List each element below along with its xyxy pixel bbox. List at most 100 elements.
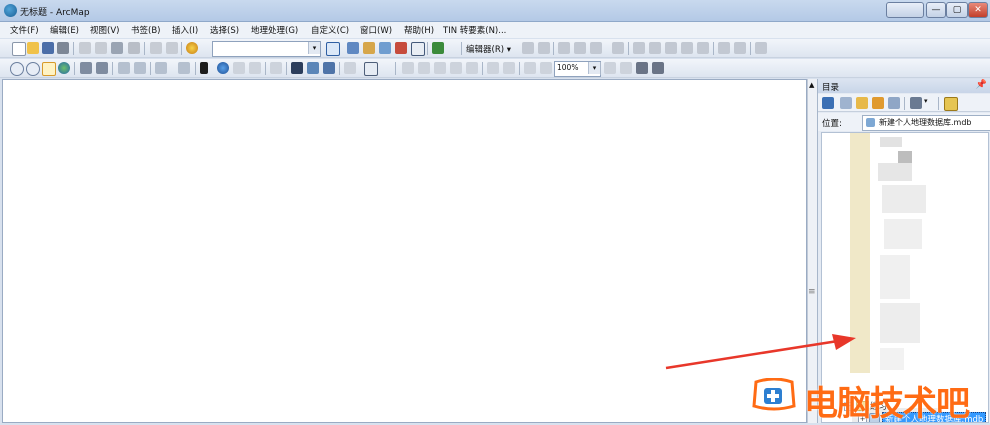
map-scale-combo[interactable]: ▾ <box>212 41 321 57</box>
menu-selection[interactable]: 选择(S) <box>210 24 239 36</box>
viewer-window-icon[interactable] <box>364 62 378 76</box>
catalog-toolbar: ▾ <box>818 94 990 112</box>
find-route-icon[interactable] <box>307 62 319 74</box>
attributes-icon[interactable] <box>697 42 709 54</box>
delete-icon[interactable] <box>128 42 140 54</box>
open-folder-icon[interactable] <box>27 42 39 54</box>
layout-icon-2[interactable] <box>503 62 515 74</box>
add-data-icon[interactable] <box>186 42 198 54</box>
editor-menu[interactable]: 编辑器(R) ▾ <box>466 43 511 55</box>
back-extent-icon[interactable] <box>118 62 130 74</box>
edit-tool-icon[interactable] <box>522 42 534 54</box>
menu-tin-to-feature[interactable]: TIN 转要素(N)... <box>443 24 506 36</box>
identify-icon[interactable] <box>217 62 229 74</box>
chevron-down-icon[interactable]: ▾ <box>924 97 936 109</box>
forward-arrow-icon[interactable] <box>840 97 852 109</box>
focus-frame-icon[interactable] <box>620 62 632 74</box>
menu-view[interactable]: 视图(V) <box>90 24 119 36</box>
new-folder-icon[interactable] <box>944 97 958 111</box>
maximize-button[interactable]: ▢ <box>946 2 968 18</box>
georef-icon-5[interactable] <box>466 62 478 74</box>
georef-icon-3[interactable] <box>434 62 446 74</box>
vertex-icon[interactable] <box>612 42 624 54</box>
arctoolbox-icon[interactable] <box>395 42 407 54</box>
chevron-down-icon[interactable]: ▾ <box>308 42 320 54</box>
layout-zoom-out-icon[interactable] <box>540 62 552 74</box>
edit-annotation-icon[interactable] <box>538 42 550 54</box>
connect-folder-icon[interactable] <box>888 97 900 109</box>
model-builder-icon[interactable] <box>432 42 444 54</box>
menu-help[interactable]: 帮助(H) <box>404 24 434 36</box>
time-slider-icon[interactable] <box>344 62 356 74</box>
select-features-icon[interactable] <box>155 62 167 74</box>
rotate-icon[interactable] <box>681 42 693 54</box>
menu-insert[interactable]: 插入(I) <box>172 24 198 36</box>
menu-edit[interactable]: 编辑(E) <box>50 24 79 36</box>
change-layout-icon[interactable] <box>636 62 648 74</box>
menu-geoprocessing[interactable]: 地理处理(G) <box>251 24 298 36</box>
clear-selection-icon[interactable] <box>178 62 190 74</box>
menu-file[interactable]: 文件(F) <box>10 24 39 36</box>
zoom-in-icon[interactable] <box>10 62 24 76</box>
pin-icon[interactable]: 📌 <box>976 80 987 90</box>
obscured-content <box>880 137 902 147</box>
back-arrow-icon[interactable] <box>822 97 834 109</box>
python-window-icon[interactable] <box>411 42 425 56</box>
home-folder-icon[interactable] <box>872 97 884 109</box>
fixed-zoom-out-icon[interactable] <box>96 62 108 74</box>
straight-segment-icon[interactable] <box>558 42 570 54</box>
toggle-draft-icon[interactable] <box>604 62 616 74</box>
georef-icon-1[interactable] <box>402 62 414 74</box>
forward-extent-icon[interactable] <box>134 62 146 74</box>
new-document-icon[interactable] <box>12 42 26 56</box>
editor-toolbar-icon[interactable] <box>326 42 340 56</box>
reshape-icon[interactable] <box>633 42 645 54</box>
fixed-zoom-in-icon[interactable] <box>80 62 92 74</box>
hyperlink-icon[interactable] <box>233 62 245 74</box>
location-field[interactable]: 新建个人地理数据库.mdb <box>862 115 990 131</box>
menu-windows[interactable]: 窗口(W) <box>360 24 392 36</box>
editor-options-icon[interactable] <box>755 42 767 54</box>
print-icon[interactable] <box>57 42 69 54</box>
paste-icon[interactable] <box>111 42 123 54</box>
copy-icon[interactable] <box>95 42 107 54</box>
split-icon[interactable] <box>665 42 677 54</box>
pan-hand-icon[interactable] <box>42 62 56 76</box>
close-button[interactable]: ✕ <box>968 2 988 18</box>
views-icon[interactable] <box>910 97 922 109</box>
create-features-icon[interactable] <box>734 42 746 54</box>
measure-icon[interactable] <box>270 62 282 74</box>
search-window-icon[interactable] <box>379 42 391 54</box>
table-of-contents-icon[interactable] <box>347 42 359 54</box>
trace-icon[interactable] <box>574 42 586 54</box>
layout-icon-1[interactable] <box>487 62 499 74</box>
obscured-content <box>898 151 912 163</box>
catalog-window-icon[interactable] <box>363 42 375 54</box>
point-icon[interactable] <box>590 42 602 54</box>
redo-icon[interactable] <box>166 42 178 54</box>
minimize-button[interactable]: — <box>926 2 946 18</box>
up-one-level-icon[interactable] <box>856 97 868 109</box>
sketch-properties-icon[interactable] <box>718 42 730 54</box>
find-binoculars-icon[interactable] <box>291 62 303 74</box>
splitter-grip-icon[interactable]: ≡ <box>808 287 816 297</box>
zoom-out-icon[interactable] <box>26 62 40 76</box>
taskbar-preview <box>886 2 924 18</box>
georef-icon-4[interactable] <box>450 62 462 74</box>
layout-zoom-combo[interactable]: 100% ▾ <box>554 61 601 77</box>
full-extent-globe-icon[interactable] <box>58 62 70 74</box>
go-to-xy-icon[interactable] <box>323 62 335 74</box>
save-icon[interactable] <box>42 42 54 54</box>
chevron-down-icon[interactable]: ▾ <box>588 62 600 74</box>
georef-icon-2[interactable] <box>418 62 430 74</box>
layout-zoom-in-icon[interactable] <box>524 62 536 74</box>
select-elements-arrow-icon[interactable] <box>200 62 208 74</box>
menu-customize[interactable]: 自定义(C) <box>311 24 349 36</box>
undo-icon[interactable] <box>150 42 162 54</box>
cut-polygon-icon[interactable] <box>649 42 661 54</box>
data-driven-pages-icon[interactable] <box>652 62 664 74</box>
menu-bookmarks[interactable]: 书签(B) <box>131 24 160 36</box>
scroll-up-arrow-icon[interactable]: ▲ <box>809 81 814 89</box>
cut-icon[interactable] <box>79 42 91 54</box>
html-popup-icon[interactable] <box>249 62 261 74</box>
